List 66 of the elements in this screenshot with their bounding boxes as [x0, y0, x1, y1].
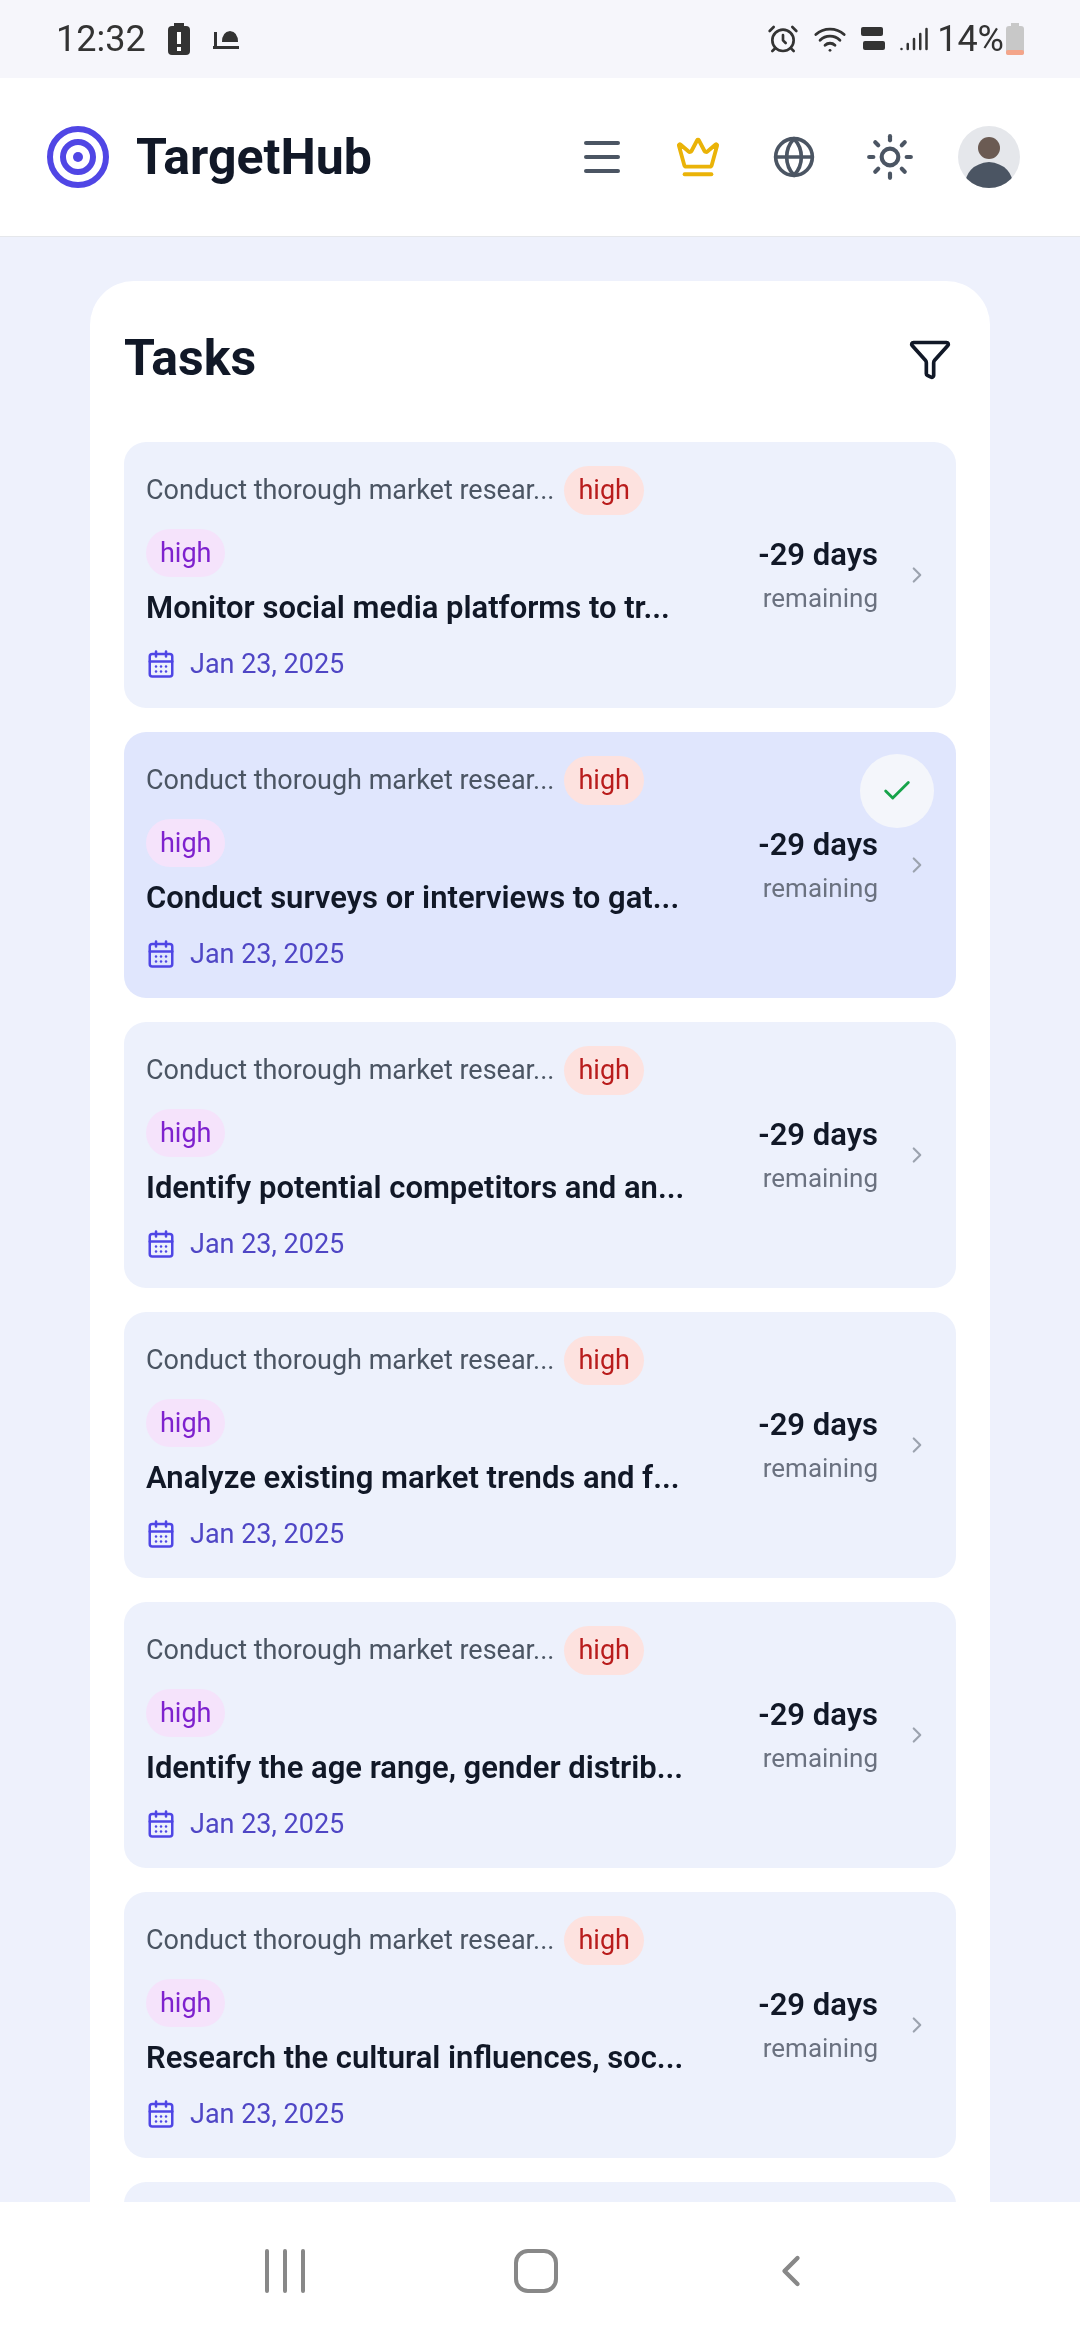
- calendar-icon: [146, 2098, 176, 2129]
- status-time: 12:32: [56, 17, 146, 62]
- battery-alert-icon: [167, 23, 190, 55]
- remaining-label: remaining: [762, 581, 878, 615]
- home-icon[interactable]: [513, 2248, 559, 2294]
- parent-task-name: Conduct thorough market resear...: [146, 473, 555, 508]
- target-logo-icon: [46, 125, 110, 189]
- due-date: Jan 23, 2025: [190, 2096, 345, 2132]
- parent-task-name: Conduct thorough market resear...: [146, 1923, 555, 1958]
- panel-title: Tasks: [124, 328, 257, 389]
- task-title: Identify the age range, gender distrib...: [146, 1748, 685, 1788]
- priority-badge: high: [564, 466, 644, 515]
- calendar-icon: [146, 1808, 176, 1839]
- parent-task-name: Conduct thorough market resear...: [146, 763, 555, 798]
- parent-task-name: Conduct thorough market resear...: [146, 1053, 555, 1088]
- task-title: Research the cultural influences, soc...: [146, 2038, 685, 2078]
- task-card[interactable]: Conduct thorough market resear... high high Identify the age range, gender distrib... Jan 23, 2025 -29 days remaining: [124, 1602, 956, 1868]
- priority-badge: high: [564, 1046, 644, 1095]
- task-title: Identify potential competitors and an...: [146, 1168, 686, 1208]
- days-remaining: -29 days: [758, 1695, 878, 1736]
- days-remaining: -29 days: [758, 1985, 878, 2026]
- priority-badge: high: [146, 1398, 226, 1447]
- priority-badge: high: [564, 756, 644, 805]
- task-card[interactable]: Conduct thorough market resear... high high Analyze existing market trends and f... Jan 23, 2025 -29 days remaining: [124, 1312, 956, 1578]
- battery-percent: 14%: [937, 17, 1004, 62]
- due-date: Jan 23, 2025: [190, 646, 345, 682]
- alarm-icon: [767, 23, 800, 55]
- days-remaining: -29 days: [758, 1405, 878, 1446]
- globe-icon: [772, 135, 816, 179]
- remaining-label: remaining: [762, 871, 878, 905]
- days-remaining: -29 days: [758, 825, 878, 866]
- sun-icon: [865, 132, 915, 182]
- calendar-icon: [146, 648, 176, 679]
- priority-badge: high: [146, 818, 226, 867]
- days-remaining: -29 days: [758, 1115, 878, 1156]
- priority-badge: high: [564, 1626, 644, 1675]
- due-date: Jan 23, 2025: [190, 1516, 345, 1552]
- due-date: Jan 23, 2025: [190, 936, 345, 972]
- priority-badge: high: [146, 528, 226, 577]
- parent-task-name: Conduct thorough market resear...: [146, 1343, 555, 1378]
- battery-icon: [1006, 23, 1024, 55]
- task-card[interactable]: Conduct thorough market resear... high high Monitor social media platforms to tr... Jan 23, 2025 -29 days remaining: [124, 442, 956, 708]
- task-title: Analyze existing market trends and f...: [146, 1458, 681, 1498]
- priority-badge: high: [146, 1108, 226, 1157]
- recent-apps-icon[interactable]: [263, 2249, 307, 2293]
- task-card[interactable]: Conduct thorough market resear... high high Conduct surveys or interviews to gat... Jan 23, 2025 -29 days remaining: [124, 732, 956, 998]
- due-date: Jan 23, 2025: [190, 1226, 345, 1262]
- task-title: Monitor social media platforms to tr...: [146, 588, 671, 628]
- app-name: TargetHub: [136, 126, 372, 188]
- priority-badge: high: [146, 1688, 226, 1737]
- due-date: Jan 23, 2025: [190, 1806, 345, 1842]
- priority-badge: high: [564, 1336, 644, 1385]
- parent-task-name: Conduct thorough market resear...: [146, 1633, 555, 1668]
- calendar-icon: [146, 1518, 176, 1549]
- remaining-label: remaining: [762, 2031, 878, 2065]
- remaining-label: remaining: [762, 1451, 878, 1485]
- task-title: Conduct surveys or interviews to gat...: [146, 878, 681, 918]
- days-remaining: -29 days: [758, 535, 878, 576]
- task-card[interactable]: Conduct thorough market resear... high high Research the cultural influences, soc... Jan 23, 2025 -29 days remaining: [124, 1892, 956, 2158]
- priority-badge: high: [564, 1916, 644, 1965]
- remaining-label: remaining: [762, 1741, 878, 1775]
- task-card[interactable]: Conduct thorough market resear... high high Identify potential competitors and an... Jan 23, 2025 -29 days remaining: [124, 1022, 956, 1288]
- calendar-icon: [146, 1228, 176, 1259]
- calendar-icon: [146, 938, 176, 969]
- remaining-label: remaining: [762, 1161, 878, 1195]
- priority-badge: high: [146, 1978, 226, 2027]
